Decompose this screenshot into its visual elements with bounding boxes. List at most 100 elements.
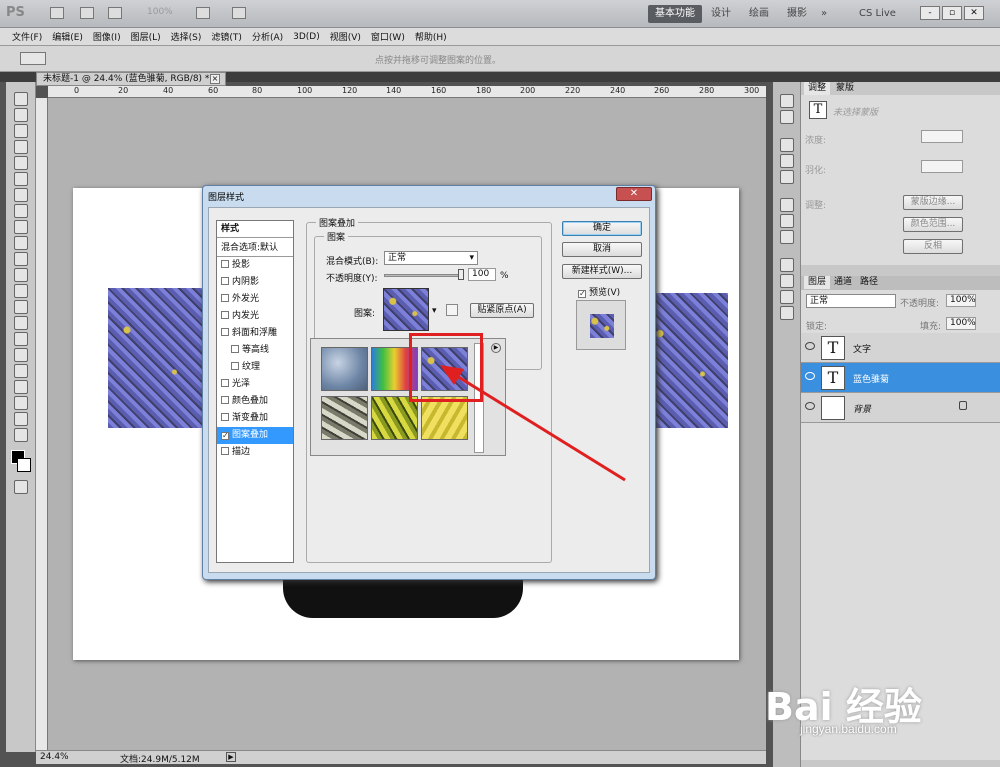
brush-panel-icon[interactable] (779, 198, 794, 212)
tools-panel-icon[interactable] (779, 274, 794, 288)
tab-layers[interactable]: 图层 (804, 276, 831, 289)
checkbox[interactable] (221, 328, 229, 336)
feather-field[interactable] (921, 160, 963, 173)
checkbox-checked[interactable]: ✓ (578, 290, 586, 298)
checkbox[interactable] (221, 311, 229, 319)
workspace-photography[interactable]: 摄影 (780, 5, 814, 23)
menu-3d[interactable]: 3D(D) (293, 32, 320, 42)
character-panel-icon[interactable] (779, 306, 794, 320)
clone-stamp-tool-icon[interactable] (13, 220, 28, 234)
shape-tool-icon[interactable] (13, 364, 28, 378)
close-button[interactable]: ✕ (964, 6, 984, 20)
minibridge-icon[interactable] (80, 7, 94, 19)
style-item-color-overlay[interactable]: 颜色叠加 (217, 393, 293, 410)
minimize-button[interactable]: - (920, 6, 940, 20)
clone-source-panel-icon[interactable] (779, 214, 794, 228)
style-item-contour[interactable]: 等高线 (217, 342, 293, 359)
checkbox[interactable] (221, 379, 229, 387)
status-menu-arrow-icon[interactable]: ▶ (226, 752, 236, 762)
quick-mask-icon[interactable] (13, 480, 28, 494)
workspace-design[interactable]: 设计 (704, 5, 738, 23)
menu-window[interactable]: 窗口(W) (371, 30, 405, 43)
menu-filter[interactable]: 滤镜(T) (211, 30, 242, 43)
visibility-eye-icon[interactable] (805, 372, 815, 380)
restore-button[interactable]: ▫ (942, 6, 962, 20)
checkbox-checked[interactable]: ✓ (221, 432, 229, 440)
ok-button[interactable]: 确定 (562, 221, 642, 236)
checkbox[interactable] (221, 413, 229, 421)
eraser-tool-icon[interactable] (13, 252, 28, 266)
fill-field[interactable]: 100% (946, 317, 976, 330)
screen-mode-icon[interactable] (232, 7, 246, 19)
pattern-picker-arrow-icon[interactable]: ▾ (432, 306, 437, 316)
style-item-inner-glow[interactable]: 内发光 (217, 308, 293, 325)
layer-row[interactable]: 背景 (801, 393, 1000, 423)
quick-select-tool-icon[interactable] (13, 140, 28, 154)
arrange-documents-icon[interactable] (196, 7, 210, 19)
color-range-button[interactable]: 颜色范围... (903, 217, 963, 232)
menu-view[interactable]: 视图(V) (330, 30, 361, 43)
lasso-tool-icon[interactable] (13, 124, 28, 138)
path-select-tool-icon[interactable] (13, 348, 28, 362)
actions-panel-icon[interactable] (779, 110, 794, 124)
paint-bucket-tool-icon[interactable] (13, 268, 28, 282)
background-color-swatch[interactable] (17, 458, 31, 472)
checkbox[interactable] (221, 447, 229, 455)
cancel-button[interactable]: 取消 (562, 242, 642, 257)
move-tool-icon[interactable] (13, 92, 28, 106)
style-item-inner-shadow[interactable]: 内阴影 (217, 274, 293, 291)
zoom-level[interactable]: 100% (147, 7, 173, 17)
tab-adjustments[interactable]: 调整 (804, 82, 831, 95)
history-panel-icon[interactable] (779, 94, 794, 108)
healing-brush-tool-icon[interactable] (13, 188, 28, 202)
pattern-picker-thumbnail[interactable] (383, 288, 429, 331)
cs-live-button[interactable]: CS Live (852, 5, 903, 23)
document-tab[interactable]: 未标题-1 @ 24.4% (蓝色骓菊, RGB/8) * (36, 72, 226, 86)
blend-mode-select[interactable]: 正常 ▾ (384, 251, 478, 265)
pattern-swatch-bubbles[interactable] (321, 347, 368, 391)
tool-presets-icon[interactable] (779, 230, 794, 244)
menu-edit[interactable]: 编辑(E) (52, 30, 83, 43)
workspace-essentials[interactable]: 基本功能 (648, 5, 702, 23)
menu-image[interactable]: 图像(I) (93, 30, 121, 43)
hand-tool-icon[interactable] (13, 412, 28, 426)
style-item-bevel-emboss[interactable]: 斜面和浮雕 (217, 325, 293, 342)
blur-tool-icon[interactable] (13, 284, 28, 298)
style-item-satin[interactable]: 光泽 (217, 376, 293, 393)
pattern-swatch-laid-horizontal[interactable] (321, 396, 368, 440)
style-item-gradient-overlay[interactable]: 渐变叠加 (217, 410, 293, 427)
tab-channels[interactable]: 通道 (830, 276, 856, 289)
marquee-tool-icon[interactable] (13, 108, 28, 122)
visibility-eye-icon[interactable] (805, 402, 815, 410)
3d-rotate-tool-icon[interactable] (13, 380, 28, 394)
checkbox[interactable] (231, 345, 239, 353)
3d-orbit-tool-icon[interactable] (13, 396, 28, 410)
blending-options-item[interactable]: 混合选项:默认 (217, 240, 293, 257)
checkbox[interactable] (221, 277, 229, 285)
tab-masks[interactable]: 蒙版 (832, 82, 858, 95)
pen-tool-icon[interactable] (13, 316, 28, 330)
opacity-slider[interactable] (384, 274, 464, 277)
style-item-pattern-overlay[interactable]: ✓ 图案叠加 (217, 427, 293, 444)
styles-header[interactable]: 样式 (217, 221, 293, 238)
checkbox[interactable] (231, 362, 239, 370)
crop-tool-icon[interactable] (13, 156, 28, 170)
style-item-stroke[interactable]: 描边 (217, 444, 293, 461)
density-field[interactable] (921, 130, 963, 143)
style-item-outer-glow[interactable]: 外发光 (217, 291, 293, 308)
checkbox[interactable] (221, 260, 229, 268)
view-extras-icon[interactable] (108, 7, 122, 19)
bridge-icon[interactable] (50, 7, 64, 19)
style-item-drop-shadow[interactable]: 投影 (217, 257, 293, 274)
layer-row-selected[interactable]: T 蓝色骓菊 (801, 363, 1000, 393)
preview-toggle[interactable]: ✓ 预览(V) (578, 285, 620, 298)
snap-to-origin-button[interactable]: 贴紧原点(A) (470, 303, 534, 318)
status-zoom[interactable]: 24.4% (40, 752, 69, 762)
menu-layer[interactable]: 图层(L) (131, 30, 161, 43)
move-tool-preset-icon[interactable] (20, 52, 46, 65)
zoom-tool-icon[interactable] (13, 428, 28, 442)
checkbox[interactable] (221, 294, 229, 302)
new-style-button[interactable]: 新建样式(W)... (562, 264, 642, 279)
menu-help[interactable]: 帮助(H) (415, 30, 447, 43)
checkbox[interactable] (221, 396, 229, 404)
